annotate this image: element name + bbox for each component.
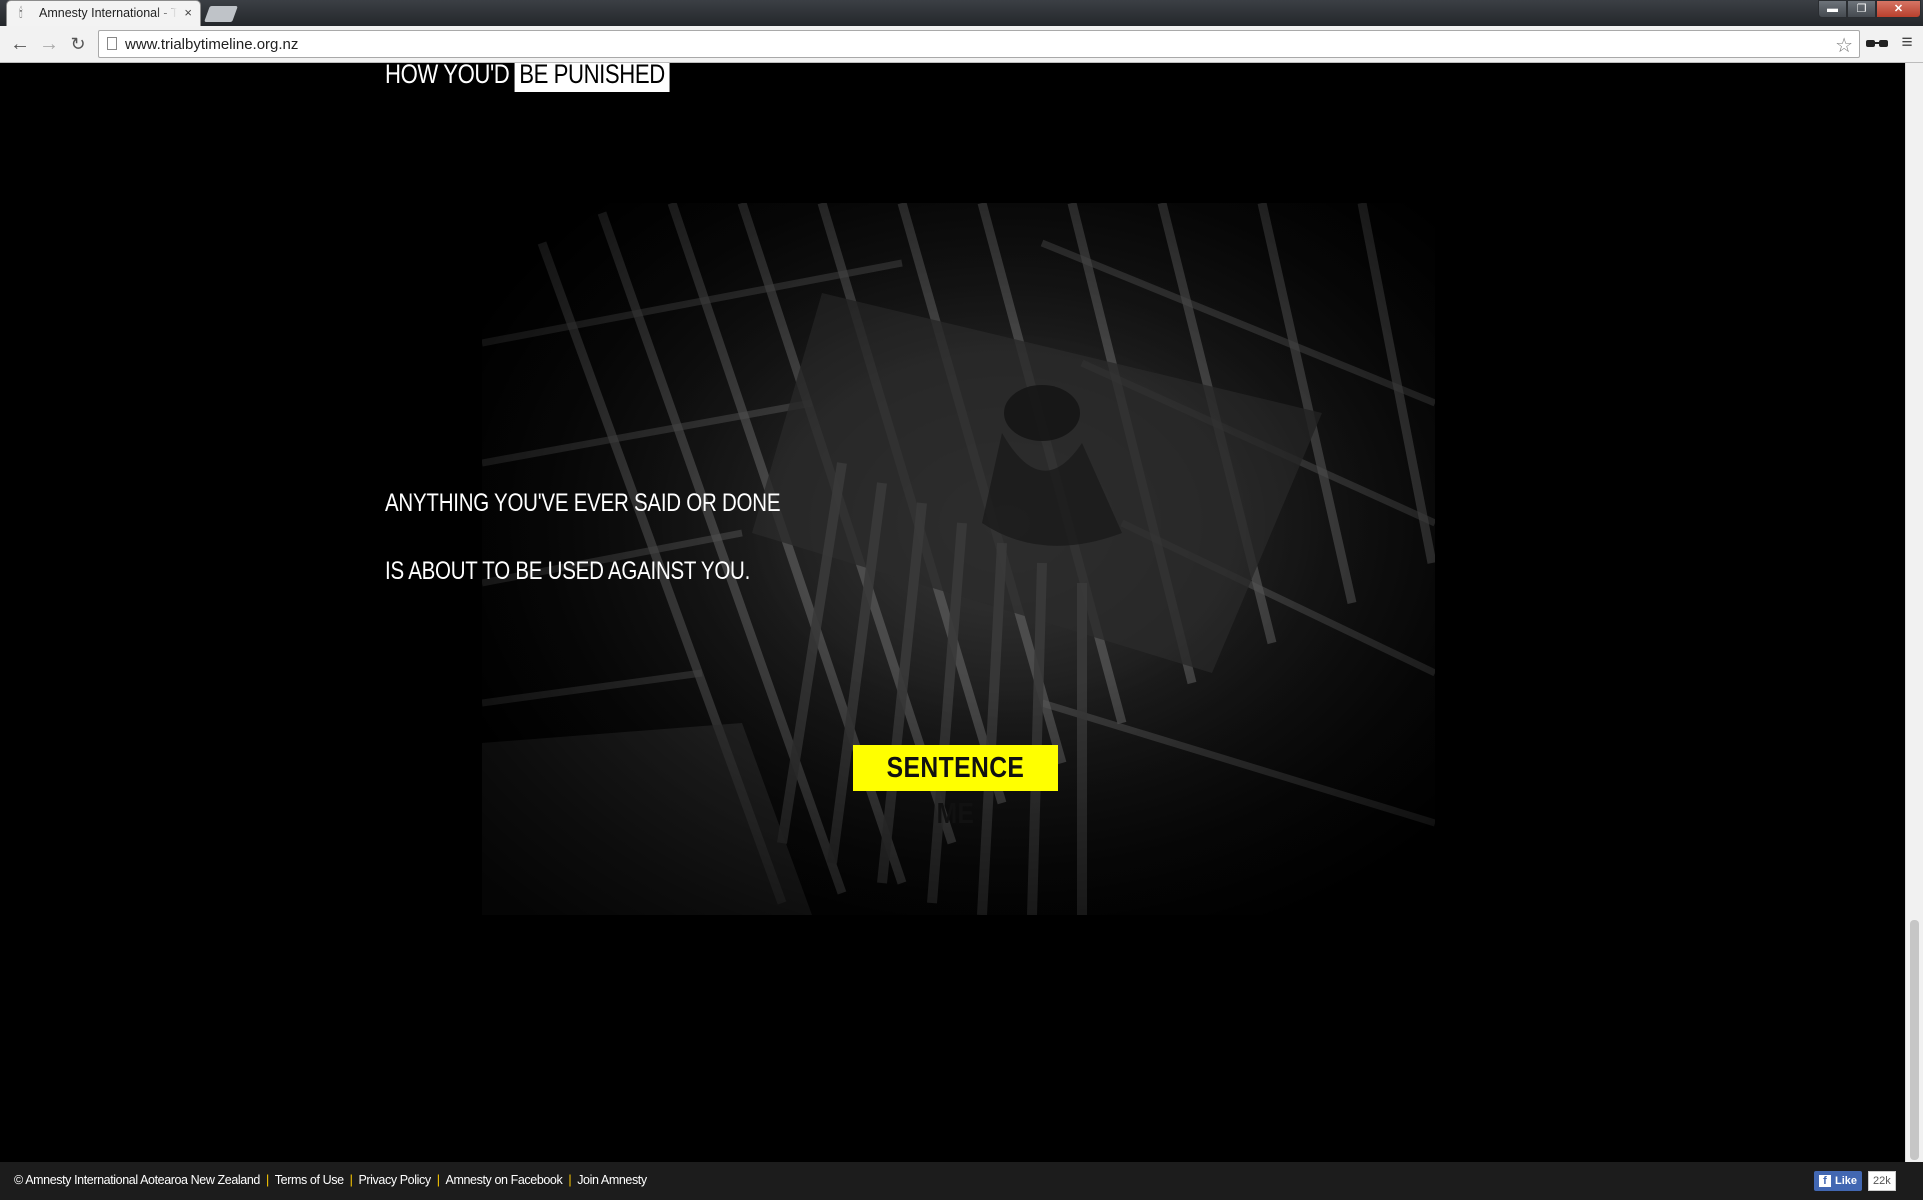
browser-titlebar: 🕯 Amnesty International - Trial by Timel… [0,0,1923,26]
facebook-like-button[interactable]: f Like [1814,1171,1863,1191]
fb-like-label: Like [1835,1175,1858,1187]
page-icon [107,37,117,50]
incognito-glasses-icon[interactable] [1865,36,1889,52]
bookmark-star-icon[interactable]: ☆ [1835,33,1853,58]
heading-plain: HOW YOU'D [385,63,510,89]
join-amnesty-link[interactable]: Join Amnesty [577,1173,647,1187]
close-window-button[interactable]: ✕ [1876,0,1921,18]
footer-links: © Amnesty International Aotearoa New Zea… [14,1173,647,1187]
page-scrollbar[interactable] [1905,63,1923,1163]
reload-button[interactable]: ↻ [66,32,90,56]
back-button[interactable]: ← [8,32,32,56]
new-tab-button[interactable] [204,6,238,22]
page-heading: HOW YOU'D BE PUNISHED [385,63,670,93]
page-viewport: HOW YOU'D BE PUNISHED ANYTHING YOU'VE EV… [3,63,1905,1163]
footer-separator: | [349,1173,353,1187]
menu-icon[interactable]: ≡ [1897,33,1917,53]
address-bar[interactable]: www.trialbytimeline.org.nz ☆ [98,30,1860,58]
minimize-button[interactable]: ▬ [1818,0,1847,18]
browser-toolbar: ← → ↻ www.trialbytimeline.org.nz ☆ ≡ [0,26,1923,63]
url-text[interactable]: www.trialbytimeline.org.nz [125,36,298,53]
message-line-2: IS ABOUT TO BE USED AGAINST YOU. [385,557,751,585]
footer-copyright: © Amnesty International Aotearoa New Zea… [14,1173,260,1187]
facebook-icon: f [1819,1175,1831,1187]
footer-separator: | [568,1173,572,1187]
tab-title: Amnesty International - Trial by Timelin… [39,6,177,22]
privacy-policy-link[interactable]: Privacy Policy [358,1173,431,1187]
scrollbar-thumb[interactable] [1910,920,1919,1160]
forward-button[interactable]: → [37,32,61,56]
fb-like-count: 22k [1868,1171,1896,1191]
maximize-button[interactable]: ❐ [1847,0,1876,18]
terms-of-use-link[interactable]: Terms of Use [275,1173,344,1187]
heading-highlight: BE PUNISHED [514,63,670,92]
candle-icon: 🕯 [19,5,23,20]
amnesty-facebook-link[interactable]: Amnesty on Facebook [446,1173,563,1187]
footer-separator: | [436,1173,440,1187]
browser-tab[interactable]: 🕯 Amnesty International - Trial by Timel… [6,0,201,26]
sentence-me-label: SENTENCE ME [886,752,1025,830]
site-footer: © Amnesty International Aotearoa New Zea… [0,1162,1923,1200]
message-line-1: ANYTHING YOU'VE EVER SAID OR DONE [385,489,781,517]
close-tab-icon[interactable]: × [184,5,192,20]
footer-separator: | [265,1173,269,1187]
sentence-me-button[interactable]: SENTENCE ME [853,745,1058,830]
